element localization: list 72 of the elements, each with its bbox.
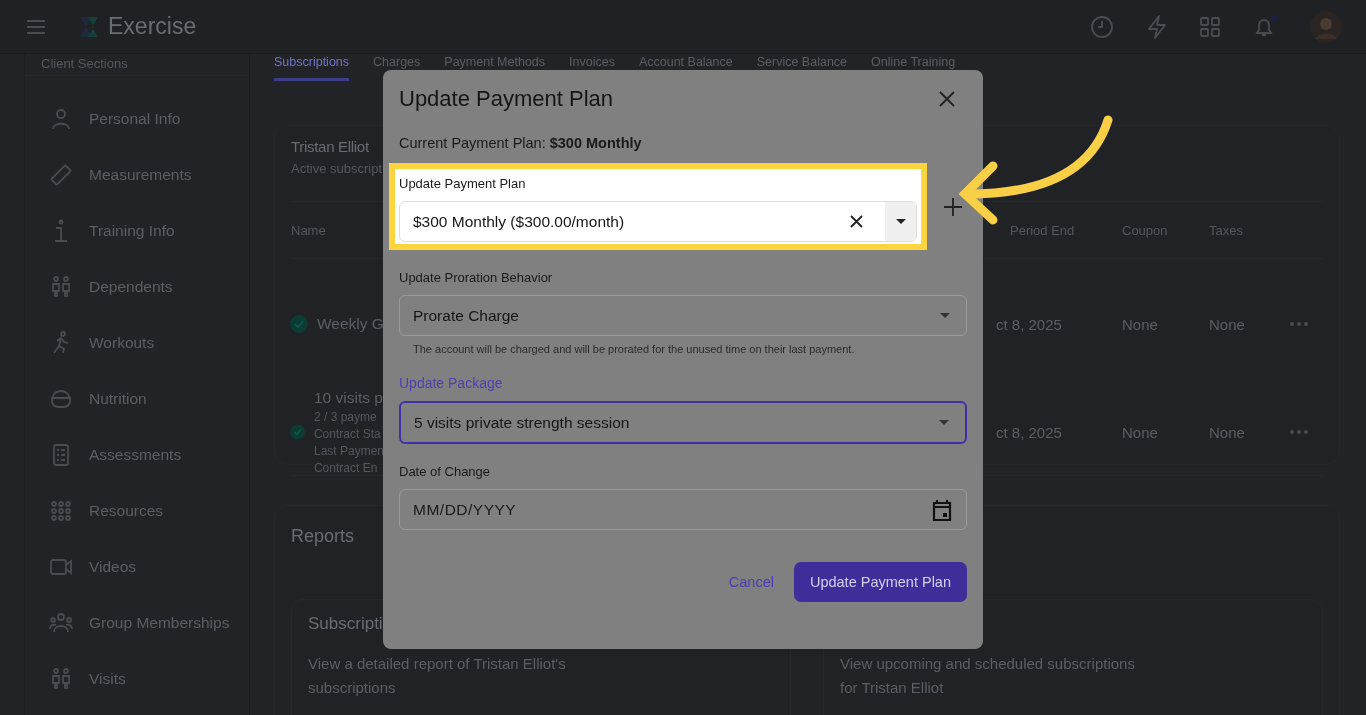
field-label: Update Payment Plan <box>399 176 527 191</box>
caret-icon <box>895 219 906 224</box>
bowl-icon <box>49 387 73 411</box>
sidebar-item[interactable]: Nutrition <box>25 371 249 427</box>
column-header: Coupon <box>1122 222 1169 238</box>
sidebar-item[interactable]: Visits <box>25 651 249 707</box>
ruler-icon <box>49 163 73 187</box>
dot-grid-icon <box>49 499 73 523</box>
sidebar-item[interactable]: Dependents <box>25 259 249 315</box>
table-cell-text: Contract Sta <box>313 427 382 441</box>
table-cell-text: None <box>1209 315 1246 333</box>
table-cell: Last Paymen <box>313 444 384 458</box>
table-cell: Weekly G <box>317 315 384 333</box>
field-label: Update Package <box>399 375 504 391</box>
people-icon <box>49 667 73 691</box>
caret-icon[interactable] <box>939 420 949 425</box>
sidebar-item[interactable]: Group Memberships <box>25 595 249 651</box>
close-icon[interactable] <box>939 91 955 107</box>
select-field[interactable]: Prorate Charge <box>399 295 967 336</box>
date-field[interactable]: MM/DD/YYYY <box>399 489 967 530</box>
column-header: Period End <box>1009 222 1076 238</box>
check-circle-icon <box>290 315 308 333</box>
field-label: Update Proration Behavior <box>399 270 554 285</box>
helper-text: The account will be charged and will be prorated for the unused time on their last payment. <box>412 343 856 355</box>
tab[interactable]: Subscriptions <box>274 54 350 81</box>
field-label: Date of Change <box>399 464 492 479</box>
sidebar-item[interactable]: Personal Info <box>25 91 249 147</box>
check-circle-icon <box>290 423 305 441</box>
clock-icon[interactable] <box>1090 14 1114 39</box>
dropdown-toggle[interactable] <box>885 202 916 241</box>
sidebar-item[interactable]: Resources <box>25 483 249 539</box>
report-description: View upcoming and scheduled subscriptions for Tristan Elliot <box>840 654 1136 698</box>
sidebar-item[interactable]: Assessments <box>25 427 249 483</box>
column-header: Taxes <box>1209 222 1244 238</box>
clear-icon[interactable] <box>850 215 863 228</box>
more-icon[interactable] <box>1289 429 1309 435</box>
more-icon[interactable] <box>1289 321 1309 327</box>
report-title: Subscripti <box>308 614 383 635</box>
submit-button[interactable]: Update Payment Plan <box>793 562 967 602</box>
table-cell-text: None <box>1122 423 1159 441</box>
dialog-title: Update Payment Plan <box>399 86 614 112</box>
select-field[interactable]: 5 visits private strength session <box>399 401 967 444</box>
cancel-button[interactable]: Cancel <box>724 566 778 598</box>
lightning-icon[interactable] <box>1146 14 1168 39</box>
table-cell-text: None <box>1209 423 1246 441</box>
group-icon <box>49 611 73 635</box>
sidebar-item[interactable]: Workouts <box>25 315 249 371</box>
report-description: View a detailed report of Tristan Elliot's subscriptions <box>308 654 567 698</box>
logo-icon <box>78 14 100 39</box>
menu-icon[interactable] <box>26 18 46 35</box>
sidebar-item[interactable]: Videos <box>25 539 249 595</box>
card-title: Tristan Elliot <box>291 138 369 155</box>
table-cell: 10 visits p <box>313 389 384 407</box>
plus-icon[interactable] <box>944 197 962 216</box>
table-cell-text: 2 / 3 payme <box>313 410 378 424</box>
table-cell-text: ct 8, 2025 <box>996 315 1063 333</box>
people-icon <box>49 275 73 299</box>
table-cell-text: ct 8, 2025 <box>996 423 1063 441</box>
sidebar-item[interactable]: Measurements <box>25 147 249 203</box>
select-field[interactable]: $300 Monthly ($300.00/month) <box>399 201 917 242</box>
current-plan-text: Current Payment Plan: $300 Monthly <box>399 135 643 151</box>
calendar-icon[interactable] <box>932 498 952 521</box>
card-title: Reports <box>291 526 355 547</box>
apps-grid-icon[interactable] <box>1200 16 1220 37</box>
caret-icon[interactable] <box>940 313 950 318</box>
sidebar-item[interactable]: Training Info <box>25 203 249 259</box>
column-header: Name <box>291 222 327 238</box>
card-subtitle: Active subscript <box>291 161 383 176</box>
user-avatar[interactable] <box>1310 10 1342 43</box>
table-cell-text: None <box>1122 315 1159 333</box>
app-name: Exercise <box>108 13 197 40</box>
person-icon <box>49 107 73 131</box>
